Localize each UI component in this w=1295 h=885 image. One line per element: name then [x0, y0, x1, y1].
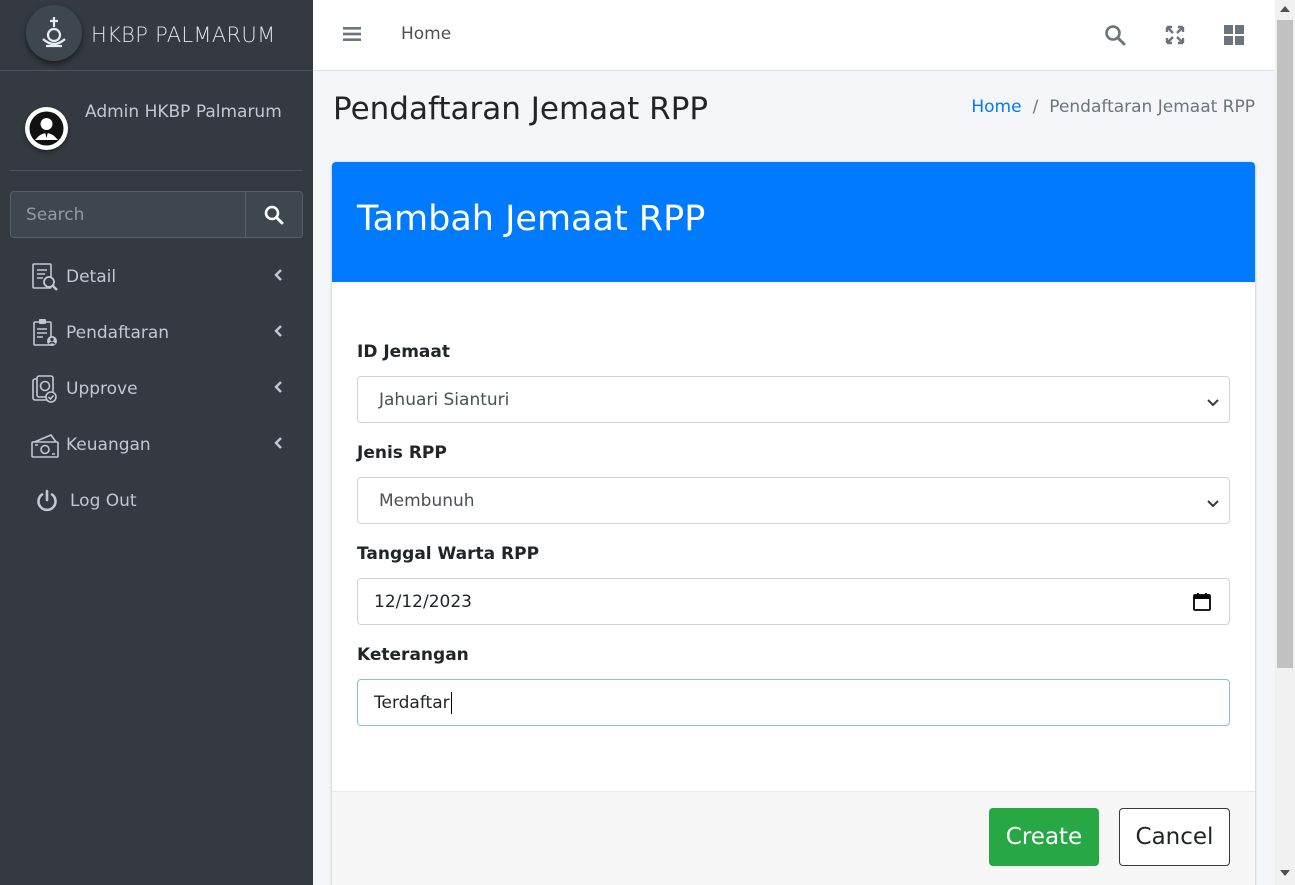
select-value: Membunuh — [379, 490, 475, 511]
form-group-id-jemaat: ID Jemaat Jahuari Sianturi — [357, 342, 1230, 423]
card-body: ID Jemaat Jahuari Sianturi Jenis RPP Mem… — [332, 282, 1255, 726]
field-label: Jenis RPP — [357, 443, 447, 463]
id-jemaat-select[interactable]: Jahuari Sianturi — [357, 376, 1230, 423]
money-icon — [28, 428, 62, 462]
sidebar-nav: Detail Pendaftaran Upprove Keuangan Log … — [10, 249, 303, 529]
text-caret — [450, 691, 452, 714]
sidebar-item-keuangan[interactable]: Keuangan — [10, 417, 303, 473]
document-search-icon — [28, 260, 62, 294]
content-wrapper: Pendaftaran Jemaat RPP Home / Pendaftara… — [313, 71, 1275, 885]
form-group-tanggal-warta: Tanggal Warta RPP 12/12/2023 — [357, 544, 1230, 625]
sidebar-item-label: Pendaftaran — [66, 323, 170, 343]
scrollbar-thumb[interactable] — [1277, 20, 1293, 668]
chevron-left-icon — [273, 267, 283, 287]
field-label: Keterangan — [357, 645, 469, 665]
clipboard-user-icon — [28, 316, 62, 350]
grid-apps-icon[interactable] — [1223, 24, 1245, 46]
brand-name: HKBP PALMARUM — [91, 23, 276, 47]
menu-toggle-icon[interactable] — [343, 26, 361, 46]
tanggal-warta-date-input[interactable]: 12/12/2023 — [357, 578, 1230, 625]
user-name[interactable]: Admin HKBP Palmarum — [85, 102, 282, 122]
breadcrumb-home[interactable]: Home — [971, 97, 1021, 117]
fullscreen-icon[interactable] — [1164, 24, 1186, 46]
search-icon — [264, 205, 284, 224]
sidebar-search-button[interactable] — [245, 192, 302, 237]
sidebar: HKBP PALMARUM Admin HKBP Palmarum Search… — [0, 0, 313, 885]
create-button[interactable]: Create — [989, 808, 1099, 866]
page-title: Pendaftaran Jemaat RPP — [333, 91, 709, 127]
search-icon[interactable] — [1104, 24, 1126, 46]
keterangan-input[interactable]: Terdaftar — [357, 679, 1230, 726]
sidebar-item-logout[interactable]: Log Out — [10, 473, 303, 529]
brand-link[interactable]: HKBP PALMARUM — [0, 0, 313, 71]
sidebar-item-detail[interactable]: Detail — [10, 249, 303, 305]
field-label: Tanggal Warta RPP — [357, 544, 540, 564]
input-value: Terdaftar — [374, 692, 450, 713]
sidebar-item-pendaftaran[interactable]: Pendaftaran — [10, 305, 303, 361]
page-scrollbar[interactable] — [1275, 0, 1295, 885]
chevron-down-icon — [1207, 494, 1219, 514]
sidebar-item-upprove[interactable]: Upprove — [10, 361, 303, 417]
sidebar-search — [10, 191, 303, 238]
scroll-down-arrow-icon[interactable] — [1280, 870, 1290, 876]
user-avatar-icon[interactable] — [25, 107, 68, 150]
sidebar-item-label: Keuangan — [66, 435, 151, 455]
chevron-down-icon — [1207, 393, 1219, 413]
jenis-rpp-select[interactable]: Membunuh — [357, 477, 1230, 524]
topbar-home-link[interactable]: Home — [401, 24, 451, 44]
sidebar-item-label: Log Out — [70, 491, 137, 511]
select-value: Jahuari Sianturi — [379, 389, 510, 410]
card-footer: Create Cancel — [332, 791, 1255, 885]
form-group-jenis-rpp: Jenis RPP Membunuh — [357, 443, 1230, 524]
chevron-left-icon — [273, 323, 283, 343]
form-card: Tambah Jemaat RPP ID Jemaat Jahuari Sian… — [332, 162, 1255, 885]
card-title: Tambah Jemaat RPP — [357, 199, 706, 239]
church-logo-icon — [26, 5, 82, 61]
cancel-button[interactable]: Cancel — [1119, 808, 1230, 866]
field-label: ID Jemaat — [357, 342, 450, 362]
sidebar-search-input[interactable] — [11, 192, 245, 237]
sidebar-item-label: Upprove — [66, 379, 138, 399]
breadcrumb: Home / Pendaftaran Jemaat RPP — [971, 97, 1255, 117]
breadcrumb-separator: / — [1032, 97, 1039, 117]
approve-stamp-icon — [28, 372, 62, 406]
calendar-icon[interactable] — [1193, 592, 1211, 616]
user-panel: Admin HKBP Palmarum — [10, 71, 303, 171]
chevron-left-icon — [273, 379, 283, 399]
chevron-left-icon — [273, 435, 283, 455]
power-icon — [30, 484, 64, 518]
sidebar-item-label: Detail — [66, 267, 117, 287]
card-header: Tambah Jemaat RPP — [332, 162, 1255, 282]
breadcrumb-current: Pendaftaran Jemaat RPP — [1049, 97, 1255, 117]
form-group-keterangan: Keterangan Terdaftar — [357, 645, 1230, 726]
date-value: 12/12/2023 — [374, 591, 472, 612]
top-navbar: Home — [313, 0, 1275, 71]
scroll-up-arrow-icon[interactable] — [1280, 6, 1290, 12]
